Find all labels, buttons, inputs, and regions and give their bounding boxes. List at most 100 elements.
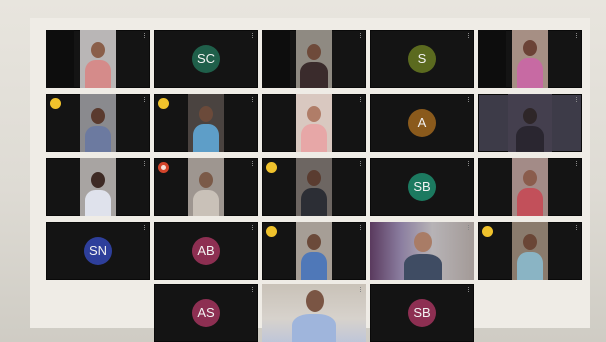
person-body — [517, 58, 543, 88]
person-body — [517, 188, 543, 216]
participant-tile[interactable] — [262, 222, 366, 280]
person-body — [193, 190, 219, 216]
person-body — [85, 60, 111, 88]
person-head — [307, 44, 321, 60]
more-options-icon[interactable] — [360, 161, 363, 166]
participant-tile[interactable]: SC — [154, 30, 258, 88]
more-options-icon[interactable] — [360, 225, 363, 230]
more-options-icon[interactable] — [468, 287, 471, 292]
participant-video — [512, 222, 548, 280]
person-head — [91, 42, 105, 58]
more-options-icon[interactable] — [144, 97, 147, 102]
person-body — [193, 124, 219, 152]
more-options-icon[interactable] — [468, 97, 471, 102]
person-body — [404, 254, 442, 280]
participant-tile[interactable] — [262, 158, 366, 216]
person-head — [307, 106, 321, 122]
person-body — [517, 252, 543, 280]
raised-hand-icon — [158, 98, 169, 109]
participant-tile[interactable] — [154, 158, 258, 216]
more-options-icon[interactable] — [360, 33, 363, 38]
participant-video — [80, 94, 116, 152]
person-head — [306, 290, 324, 312]
photo-of-monitor: SC S A SB SN AB AS SB — [0, 0, 606, 342]
person-head — [199, 106, 213, 122]
participant-tile[interactable] — [262, 284, 366, 342]
person-body — [292, 314, 336, 342]
person-body — [300, 62, 328, 88]
participant-tile[interactable]: AB — [154, 222, 258, 280]
more-options-icon[interactable] — [576, 33, 579, 38]
more-options-icon[interactable] — [576, 97, 579, 102]
participant-video — [296, 222, 332, 280]
more-options-icon[interactable] — [360, 287, 363, 292]
letterbox — [46, 30, 74, 88]
participant-tile[interactable]: SB — [370, 158, 474, 216]
more-options-icon[interactable] — [252, 97, 255, 102]
more-options-icon[interactable] — [360, 97, 363, 102]
participant-tile[interactable] — [46, 94, 150, 152]
person-head — [523, 40, 537, 56]
participant-video — [188, 158, 224, 216]
person-body — [301, 124, 327, 152]
raised-hand-icon — [266, 162, 277, 173]
more-options-icon[interactable] — [468, 225, 471, 230]
more-options-icon[interactable] — [252, 33, 255, 38]
participant-video — [80, 158, 116, 216]
person-body — [516, 126, 544, 152]
person-head — [523, 234, 537, 250]
person-head — [414, 232, 432, 252]
more-options-icon[interactable] — [144, 33, 147, 38]
muted-badge-icon — [158, 162, 169, 173]
participant-tile[interactable]: A — [370, 94, 474, 152]
more-options-icon[interactable] — [252, 225, 255, 230]
person-body — [85, 126, 111, 152]
avatar: AS — [192, 299, 220, 327]
participant-tile[interactable] — [478, 158, 582, 216]
avatar: AB — [192, 237, 220, 265]
avatar: S — [408, 45, 436, 73]
more-options-icon[interactable] — [252, 287, 255, 292]
participant-video — [296, 158, 332, 216]
more-options-icon[interactable] — [576, 161, 579, 166]
participant-tile[interactable]: AS — [154, 284, 258, 342]
participant-video — [262, 284, 366, 342]
person-head — [91, 108, 105, 124]
avatar: A — [408, 109, 436, 137]
participant-video — [370, 222, 474, 280]
more-options-icon[interactable] — [144, 161, 147, 166]
more-options-icon[interactable] — [468, 161, 471, 166]
participant-video — [188, 94, 224, 152]
participant-tile[interactable] — [46, 158, 150, 216]
participant-video — [512, 158, 548, 216]
raised-hand-icon — [482, 226, 493, 237]
participant-tile[interactable]: SB — [370, 284, 474, 342]
participant-tile[interactable] — [478, 94, 582, 152]
avatar: SC — [192, 45, 220, 73]
more-options-icon[interactable] — [468, 33, 471, 38]
letterbox — [478, 30, 506, 88]
participant-tile[interactable] — [478, 222, 582, 280]
more-options-icon[interactable] — [252, 161, 255, 166]
participant-video — [508, 94, 552, 152]
person-head — [307, 170, 321, 186]
participant-tile[interactable] — [46, 30, 150, 88]
participant-tile[interactable] — [262, 30, 366, 88]
more-options-icon[interactable] — [144, 225, 147, 230]
participant-video — [296, 94, 332, 152]
participant-video — [296, 30, 332, 88]
participant-tile[interactable]: SN — [46, 222, 150, 280]
participant-tile[interactable]: S — [370, 30, 474, 88]
participant-tile[interactable] — [370, 222, 474, 280]
participant-tile[interactable] — [154, 94, 258, 152]
person-head — [91, 172, 105, 188]
person-body — [85, 190, 111, 216]
participant-video — [512, 30, 548, 88]
avatar: SN — [84, 237, 112, 265]
more-options-icon[interactable] — [576, 225, 579, 230]
raised-hand-icon — [50, 98, 61, 109]
participant-video — [80, 30, 116, 88]
participant-tile[interactable] — [262, 94, 366, 152]
participant-tile[interactable] — [478, 30, 582, 88]
person-body — [301, 252, 327, 280]
